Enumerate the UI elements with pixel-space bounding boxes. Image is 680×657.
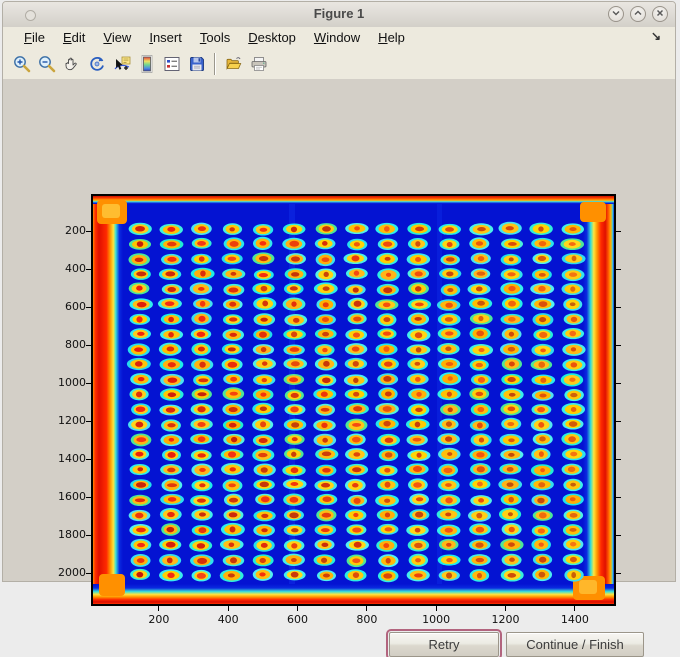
heatmap-image — [93, 196, 614, 604]
pan-icon[interactable] — [60, 52, 83, 75]
y-tick — [86, 268, 91, 270]
y-tick-label: 400 — [65, 262, 86, 276]
menu-tools[interactable]: Tools — [191, 28, 239, 47]
y-tick-label: 1600 — [58, 490, 86, 504]
plot-axes[interactable]: 200 400 600 800 1000 1200 1400 200 400 600 800 1000… — [58, 194, 621, 626]
x-tick-label: 800 — [356, 613, 378, 626]
menu-edit[interactable]: Edit — [54, 28, 94, 47]
toolbar-separator — [214, 52, 216, 75]
y-tick — [86, 496, 91, 498]
x-tick — [574, 606, 576, 611]
x-tick — [435, 606, 437, 611]
x-tick-label: 1200 — [491, 613, 520, 626]
x-tick — [297, 606, 299, 611]
menu-file[interactable]: File — [15, 28, 54, 47]
y-tick — [86, 572, 91, 574]
x-tick — [366, 606, 368, 611]
chevron-down-icon — [608, 5, 624, 24]
unshade-button[interactable] — [630, 6, 646, 22]
figure-window: Figure 1 File Edit View Insert Tools Desktop W… — [2, 1, 676, 657]
window-title: Figure 1 — [313, 6, 365, 21]
open-folder-icon[interactable] — [222, 52, 245, 75]
y-tick-label: 1200 — [58, 414, 86, 428]
y-tick-label: 800 — [65, 338, 86, 352]
y-tick-right — [616, 306, 621, 308]
y-tick — [86, 230, 91, 232]
y-tick — [86, 344, 91, 346]
x-tick — [505, 606, 506, 611]
shade-button[interactable] — [608, 6, 624, 22]
y-tick-label: 1400 — [58, 452, 86, 466]
x-tick — [227, 606, 229, 611]
y-tick-right — [616, 458, 621, 460]
continue-finish-button[interactable]: Continue / Finish — [506, 632, 644, 657]
y-tick-right — [616, 382, 621, 384]
toolbar — [3, 48, 675, 80]
x-icon — [652, 5, 668, 24]
retry-button[interactable]: Retry — [386, 629, 502, 657]
menubar: File Edit View Insert Tools Desktop Window Help — [3, 27, 675, 48]
x-tick-label: 600 — [287, 613, 309, 626]
y-tick — [86, 420, 91, 422]
y-tick-right — [616, 534, 621, 536]
zoom-out-icon[interactable] — [35, 52, 58, 75]
y-tick — [86, 306, 91, 308]
y-tick-label: 2000 — [58, 566, 86, 580]
y-tick-label: 1800 — [58, 528, 86, 542]
y-tick — [86, 458, 91, 460]
x-tick — [158, 606, 160, 611]
dock-figure-icon[interactable]: ↘ — [651, 29, 661, 43]
legend-icon[interactable] — [160, 52, 183, 75]
y-tick — [86, 382, 91, 384]
x-tick-label: 1400 — [560, 613, 589, 626]
y-tick-right — [616, 230, 621, 232]
zoom-in-icon[interactable] — [10, 52, 33, 75]
y-tick-label: 600 — [65, 300, 86, 314]
close-button[interactable] — [652, 6, 668, 22]
data-cursor-icon[interactable] — [110, 52, 133, 75]
y-tick-right — [616, 344, 621, 346]
menu-window[interactable]: Window — [305, 28, 369, 47]
y-tick-right — [616, 496, 621, 498]
y-tick-right — [616, 572, 621, 574]
menu-help[interactable]: Help — [369, 28, 414, 47]
x-tick-label: 200 — [148, 613, 170, 626]
window-controls — [608, 6, 668, 22]
x-tick-label: 1000 — [422, 613, 451, 626]
y-tick-right — [616, 420, 621, 422]
menu-view[interactable]: View — [94, 28, 140, 47]
y-tick-label: 200 — [65, 224, 86, 238]
figure-canvas: 200 400 600 800 1000 1200 1400 200 400 600 800 1000… — [3, 79, 675, 657]
y-tick-right — [616, 268, 621, 270]
x-tick-label: 400 — [217, 613, 239, 626]
chevron-up-icon — [630, 5, 646, 24]
y-tick — [86, 534, 91, 536]
menu-insert[interactable]: Insert — [140, 28, 191, 47]
titlebar[interactable]: Figure 1 — [3, 2, 675, 28]
rotate-3d-icon[interactable] — [85, 52, 108, 75]
save-icon[interactable] — [185, 52, 208, 75]
print-icon[interactable] — [247, 52, 270, 75]
y-tick-label: 1000 — [58, 376, 86, 390]
colorbar-icon[interactable] — [135, 52, 158, 75]
menu-desktop[interactable]: Desktop — [239, 28, 305, 47]
